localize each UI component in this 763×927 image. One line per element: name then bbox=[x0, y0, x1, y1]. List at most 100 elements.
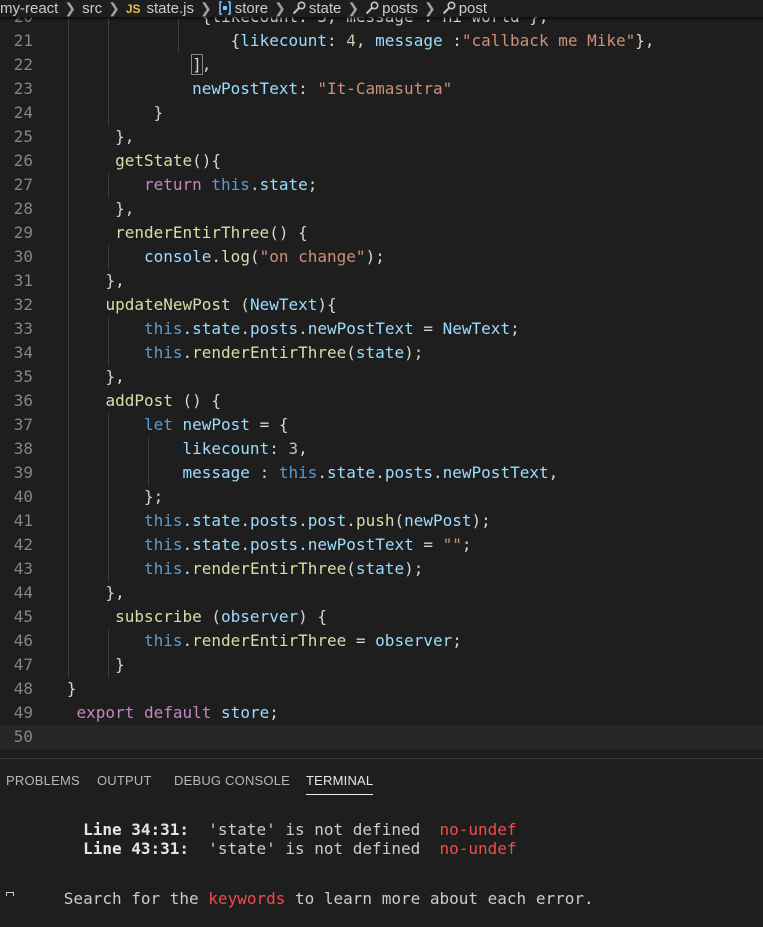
line-number: 32 bbox=[13, 295, 33, 314]
breadcrumb-item[interactable]: posts bbox=[365, 0, 418, 17]
code-token: ); bbox=[404, 343, 424, 362]
breadcrumb: my-react ❯ src ❯ JS state.js ❯ store ❯ state ❯ post… bbox=[0, 0, 763, 17]
breadcrumb-item[interactable]: store bbox=[218, 0, 268, 17]
code-line[interactable]: 41 this.state.posts.post.push(newPost); bbox=[0, 509, 763, 533]
code-token: getState bbox=[115, 151, 193, 170]
chevron-right-icon: ❯ bbox=[274, 0, 286, 16]
code-line[interactable]: 30 console.log("on change"); bbox=[0, 245, 763, 269]
code-line[interactable]: 27 return this.state; bbox=[0, 173, 763, 197]
code-token: this bbox=[143, 559, 183, 578]
symbol-object-icon bbox=[218, 0, 235, 17]
error-rule: no-undef bbox=[439, 839, 517, 858]
code-line[interactable]: 47 } bbox=[0, 653, 763, 677]
code-token: ; bbox=[452, 631, 462, 650]
code-token: store bbox=[221, 703, 270, 722]
code-line[interactable]: 39 message : this.state.posts.newPostTex… bbox=[0, 461, 763, 485]
line-number: 28 bbox=[13, 199, 33, 218]
line-number: 23 bbox=[13, 79, 33, 98]
code-token: newPostText bbox=[307, 319, 414, 338]
code-token: message bbox=[375, 31, 443, 50]
code-token: newPost bbox=[182, 415, 250, 434]
code-line[interactable]: 26 getState(){ bbox=[0, 149, 763, 173]
symbol-property-icon bbox=[365, 0, 382, 17]
code-token: likecount bbox=[240, 31, 327, 50]
chevron-right-icon: ❯ bbox=[108, 0, 120, 16]
code-line[interactable]: 49 export default store; bbox=[0, 701, 763, 725]
tab-debug-console[interactable]: DEBUG CONSOLE bbox=[174, 771, 290, 791]
line-code: return this.state; bbox=[38, 173, 317, 197]
breadcrumb-item[interactable]: src bbox=[82, 0, 102, 17]
code-line[interactable]: 23 newPostText: "It-Camasutra" bbox=[0, 77, 763, 101]
code-line[interactable]: 44 }, bbox=[0, 581, 763, 605]
code-line[interactable]: 35 }, bbox=[0, 365, 763, 389]
code-line[interactable]: 42 this.state.posts.newPostText = ""; bbox=[0, 533, 763, 557]
terminal-error-line: Line 34:31: 'state' is not defined no-un… bbox=[6, 801, 516, 839]
code-line[interactable]: 24 } bbox=[0, 101, 763, 125]
line-code: } bbox=[38, 653, 125, 677]
line-number: 21 bbox=[13, 31, 33, 50]
line-number: 41 bbox=[13, 511, 33, 530]
line-number: 39 bbox=[13, 463, 33, 482]
code-token: = bbox=[346, 631, 376, 650]
code-token: ( bbox=[201, 607, 222, 626]
code-token: ; bbox=[307, 175, 318, 194]
breadcrumb-label: src bbox=[82, 0, 103, 17]
terminal-output[interactable]: Line 34:31: 'state' is not defined no-un… bbox=[0, 799, 763, 908]
breadcrumb-item[interactable]: state bbox=[292, 0, 341, 17]
code-line[interactable]: 21 {likecount: 4, message :"callback me … bbox=[0, 29, 763, 53]
line-number: 48 bbox=[13, 679, 33, 698]
line-number: 37 bbox=[13, 415, 33, 434]
code-token: ( bbox=[230, 295, 250, 314]
line-code: this.state.posts.newPostText = ""; bbox=[38, 533, 472, 557]
tab-output[interactable]: OUTPUT bbox=[97, 771, 152, 791]
code-line[interactable]: 25 }, bbox=[0, 125, 763, 149]
code-token: this bbox=[143, 511, 183, 530]
code-line[interactable]: 31 }, bbox=[0, 269, 763, 293]
code-line[interactable]: 34 this.renderEntirThree(state); bbox=[0, 341, 763, 365]
chevron-right-icon: ❯ bbox=[423, 0, 436, 16]
line-code: let newPost = { bbox=[38, 413, 289, 437]
line-code: this.state.posts.newPostText = NewText; bbox=[38, 317, 520, 341]
line-number: 30 bbox=[13, 247, 33, 266]
code-token: = { bbox=[249, 415, 289, 434]
tab-terminal[interactable]: TERMINAL bbox=[306, 771, 374, 795]
line-number: 24 bbox=[13, 103, 33, 122]
breadcrumb-item[interactable]: post bbox=[442, 0, 487, 17]
breadcrumb-item[interactable]: JS state.js bbox=[126, 0, 194, 17]
code-editor[interactable]: 20 {likecount: 3, message :"Hi world"},2… bbox=[0, 0, 763, 758]
code-line[interactable]: 33 this.state.posts.newPostText = NewTex… bbox=[0, 317, 763, 341]
code-line[interactable]: 48 } bbox=[0, 677, 763, 701]
code-token: }, bbox=[105, 583, 125, 602]
code-line[interactable]: 37 let newPost = { bbox=[0, 413, 763, 437]
code-line[interactable]: 36 addPost () { bbox=[0, 389, 763, 413]
code-token: ){ bbox=[317, 295, 337, 314]
code-line[interactable]: 22 ], bbox=[0, 53, 763, 77]
code-token: () { bbox=[172, 391, 222, 410]
tab-problems[interactable]: PROBLEMS bbox=[6, 771, 80, 791]
code-line[interactable]: 29 renderEntirThree() { bbox=[0, 221, 763, 245]
line-number: 40 bbox=[13, 487, 33, 506]
code-line[interactable]: 43 this.renderEntirThree(state); bbox=[0, 557, 763, 581]
code-token: ; bbox=[461, 535, 472, 554]
line-code: subscribe (observer) { bbox=[38, 605, 327, 629]
code-line[interactable]: 28 }, bbox=[0, 197, 763, 221]
code-token: , bbox=[298, 439, 308, 458]
code-line[interactable]: 32 updateNewPost (NewText){ bbox=[0, 293, 763, 317]
code-line[interactable]: 50 bbox=[0, 725, 763, 749]
code-token: } bbox=[115, 655, 125, 674]
code-token: log bbox=[221, 247, 250, 266]
code-token: ; bbox=[269, 703, 279, 722]
code-line[interactable]: 38 likecount: 3, bbox=[0, 437, 763, 461]
code-line[interactable]: 46 this.renderEntirThree = observer; bbox=[0, 629, 763, 653]
breadcrumb-item[interactable]: my-react bbox=[0, 0, 58, 17]
code-line[interactable]: 45 subscribe (observer) { bbox=[0, 605, 763, 629]
code-line[interactable]: 40 }; bbox=[0, 485, 763, 509]
